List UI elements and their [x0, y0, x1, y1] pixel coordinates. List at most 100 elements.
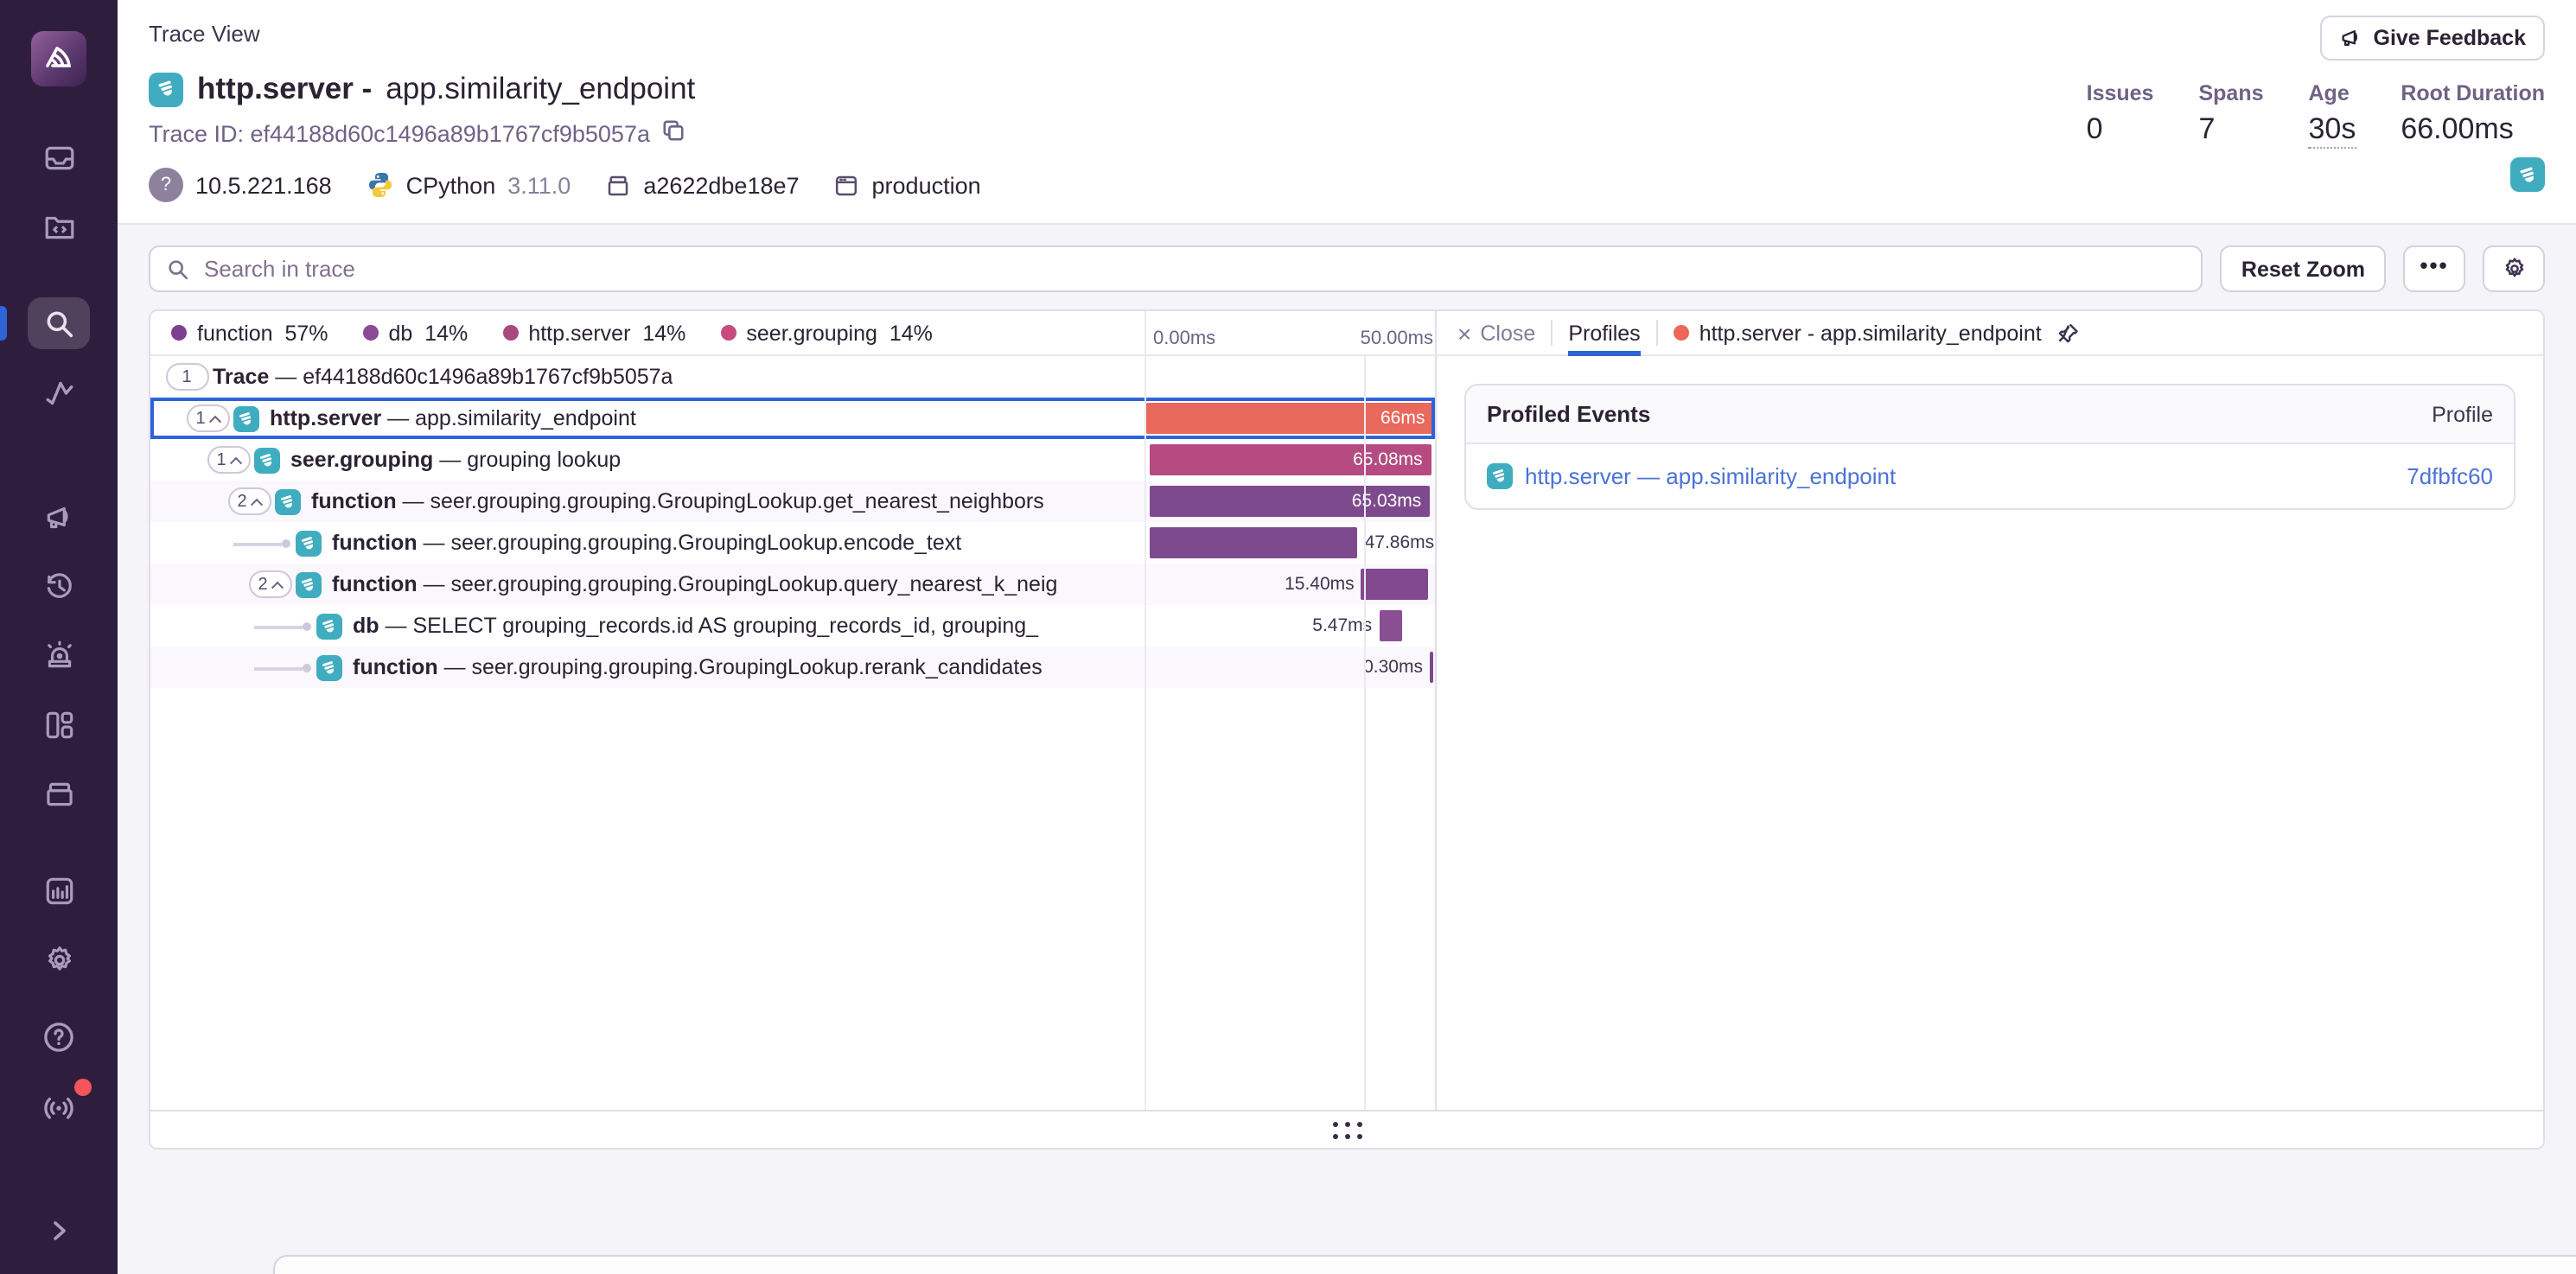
- sidebar-item-whats-new[interactable]: [28, 1080, 90, 1132]
- span-platform-icon: [316, 654, 342, 680]
- copy-icon[interactable]: [662, 119, 685, 147]
- expand-collapse-pill[interactable]: 2: [248, 570, 291, 598]
- broadcast-icon: [41, 1089, 76, 1124]
- span-label: db — SELECT grouping_records.id AS group…: [353, 614, 1038, 638]
- legend-item-seer-grouping[interactable]: seer.grouping 14%: [720, 321, 933, 345]
- trace-row[interactable]: function — seer.grouping.grouping.Groupi…: [150, 522, 1435, 564]
- sentry-logo[interactable]: [31, 31, 86, 86]
- span-duration-cell[interactable]: 66ms: [1145, 398, 1435, 439]
- package-icon: [605, 172, 631, 198]
- close-detail-button[interactable]: × Close: [1457, 321, 1535, 345]
- sidebar-item-issues[interactable]: [28, 131, 90, 183]
- reset-zoom-button[interactable]: Reset Zoom: [2221, 245, 2386, 292]
- span-name-cell[interactable]: function — seer.grouping.grouping.Groupi…: [150, 647, 1145, 688]
- trace-settings-button[interactable]: [2483, 245, 2545, 292]
- span-duration-cell[interactable]: 65.08ms: [1145, 439, 1435, 481]
- trace-row[interactable]: 1 http.server — app.similarity_endpoint …: [150, 398, 1435, 439]
- span-label: Trace — ef44188d60c1496a89b1767cf9b5057a: [213, 365, 673, 389]
- stat-spans: Spans 7: [2198, 81, 2263, 149]
- sidebar-item-alerts[interactable]: [28, 629, 90, 681]
- meta-release: a2622dbe18e7: [605, 172, 799, 198]
- legend-dot: [502, 325, 518, 341]
- give-feedback-button[interactable]: Give Feedback: [2320, 16, 2546, 61]
- chevron-up-icon: [229, 456, 241, 468]
- sidebar-item-explore[interactable]: [28, 201, 90, 252]
- span-duration-cell[interactable]: 0.30ms: [1145, 647, 1435, 688]
- trace-row[interactable]: 2 function — seer.grouping.grouping.Grou…: [150, 564, 1435, 605]
- sidebar-item-stats[interactable]: [28, 864, 90, 916]
- search-input[interactable]: [201, 254, 2186, 283]
- more-options-button[interactable]: •••: [2403, 245, 2465, 292]
- drag-handle-icon[interactable]: [1332, 1121, 1361, 1138]
- trace-id: Trace ID: ef44188d60c1496a89b1767cf9b505…: [149, 120, 650, 146]
- sidebar-item-replays[interactable]: [28, 560, 90, 612]
- sidebar-item-search[interactable]: [28, 297, 90, 349]
- search-icon: [42, 307, 75, 340]
- span-duration-cell[interactable]: 47.86ms: [1145, 522, 1435, 564]
- span-duration-bar[interactable]: [1430, 652, 1432, 683]
- search-box[interactable]: [149, 245, 2203, 292]
- span-platform-icon: [233, 405, 259, 431]
- span-duration-cell[interactable]: [1145, 356, 1435, 398]
- settings-icon: [42, 943, 75, 976]
- span-name-cell[interactable]: 2 function — seer.grouping.grouping.Grou…: [150, 481, 1145, 522]
- bottom-drawer-edge[interactable]: [273, 1255, 2576, 1274]
- span-name-cell[interactable]: db — SELECT grouping_records.id AS group…: [150, 605, 1145, 647]
- span-name-cell[interactable]: 1 http.server — app.similarity_endpoint: [150, 398, 1145, 439]
- profile-id-link[interactable]: 7dfbfc60: [2407, 463, 2493, 489]
- legend-dot: [363, 325, 379, 341]
- divider: [1656, 320, 1658, 346]
- span-duration-cell[interactable]: 65.03ms: [1145, 481, 1435, 522]
- sidebar-item-help[interactable]: [28, 1011, 90, 1063]
- profiled-event-row[interactable]: http.server — app.similarity_endpoint 7d…: [1466, 444, 2514, 508]
- span-name-cell[interactable]: 2 function — seer.grouping.grouping.Grou…: [150, 564, 1145, 605]
- span-name-cell[interactable]: function — seer.grouping.grouping.Groupi…: [150, 522, 1145, 564]
- ruler-tick-label: 50.00ms: [1361, 328, 1433, 349]
- chevron-right-icon: [45, 1217, 73, 1245]
- legend-item-db[interactable]: db 14%: [363, 321, 469, 345]
- expand-collapse-pill[interactable]: 1: [207, 446, 250, 474]
- span-duration-label: 0.30ms: [1363, 647, 1423, 688]
- expand-collapse-pill[interactable]: 1: [165, 363, 208, 391]
- active-nav-indicator: [0, 306, 7, 341]
- chevron-up-icon: [250, 498, 262, 510]
- expand-collapse-pill[interactable]: 1: [186, 404, 229, 432]
- column-divider[interactable]: [1145, 356, 1146, 1110]
- unknown-user-icon: ?: [149, 168, 183, 202]
- span-name-cell[interactable]: 1 Trace — ef44188d60c1496a89b1767cf9b505…: [150, 356, 1145, 398]
- span-duration-cell[interactable]: 15.40ms: [1145, 564, 1435, 605]
- span-name-cell[interactable]: 1 seer.grouping — grouping lookup: [150, 439, 1145, 481]
- legend-item-function[interactable]: function 57%: [171, 321, 328, 345]
- meta-environment: production: [834, 172, 981, 198]
- stat-age: Age 30s: [2309, 81, 2356, 149]
- expand-collapse-pill[interactable]: 2: [227, 487, 271, 515]
- legend-dot: [720, 325, 736, 341]
- trace-row[interactable]: 1 seer.grouping — grouping lookup 65.08m…: [150, 439, 1435, 481]
- sidebar-item-settings[interactable]: [28, 933, 90, 985]
- span-duration-bar[interactable]: [1149, 527, 1357, 558]
- sidebar-item-performance[interactable]: [28, 366, 90, 418]
- sidebar-item-releases[interactable]: [28, 768, 90, 819]
- event-link[interactable]: http.server — app.similarity_endpoint: [1525, 463, 1896, 489]
- sidebar-item-dashboards[interactable]: [28, 698, 90, 750]
- span-duration-bar[interactable]: [1361, 569, 1429, 600]
- tab-profiles[interactable]: Profiles: [1568, 310, 1640, 355]
- profiled-events-card: Profiled Events Profile http.server — ap…: [1464, 384, 2515, 510]
- pin-icon[interactable]: [2056, 321, 2080, 345]
- span-duration-label: 47.86ms: [1365, 522, 1435, 564]
- trace-row[interactable]: db — SELECT grouping_records.id AS group…: [150, 605, 1435, 647]
- gear-icon: [2501, 256, 2527, 282]
- trace-row[interactable]: function — seer.grouping.grouping.Groupi…: [150, 647, 1435, 688]
- selected-span-pill[interactable]: http.server - app.similarity_endpoint: [1674, 321, 2080, 345]
- span-duration-bar[interactable]: [1379, 610, 1403, 641]
- trace-row[interactable]: 2 function — seer.grouping.grouping.Grou…: [150, 481, 1435, 522]
- releases-icon: [42, 777, 75, 810]
- sidebar-collapse-button[interactable]: [28, 1205, 90, 1257]
- span-platform-icon: [316, 613, 342, 639]
- trace-row[interactable]: 1 Trace — ef44188d60c1496a89b1767cf9b505…: [150, 356, 1435, 398]
- sidebar-item-feedback[interactable]: [28, 491, 90, 543]
- legend-item-http-server[interactable]: http.server 14%: [502, 321, 685, 345]
- span-platform-icon: [275, 488, 301, 514]
- panel-header: function 57% db 14% http.server 14% seer…: [150, 311, 2543, 356]
- span-duration-cell[interactable]: 5.47ms: [1145, 605, 1435, 647]
